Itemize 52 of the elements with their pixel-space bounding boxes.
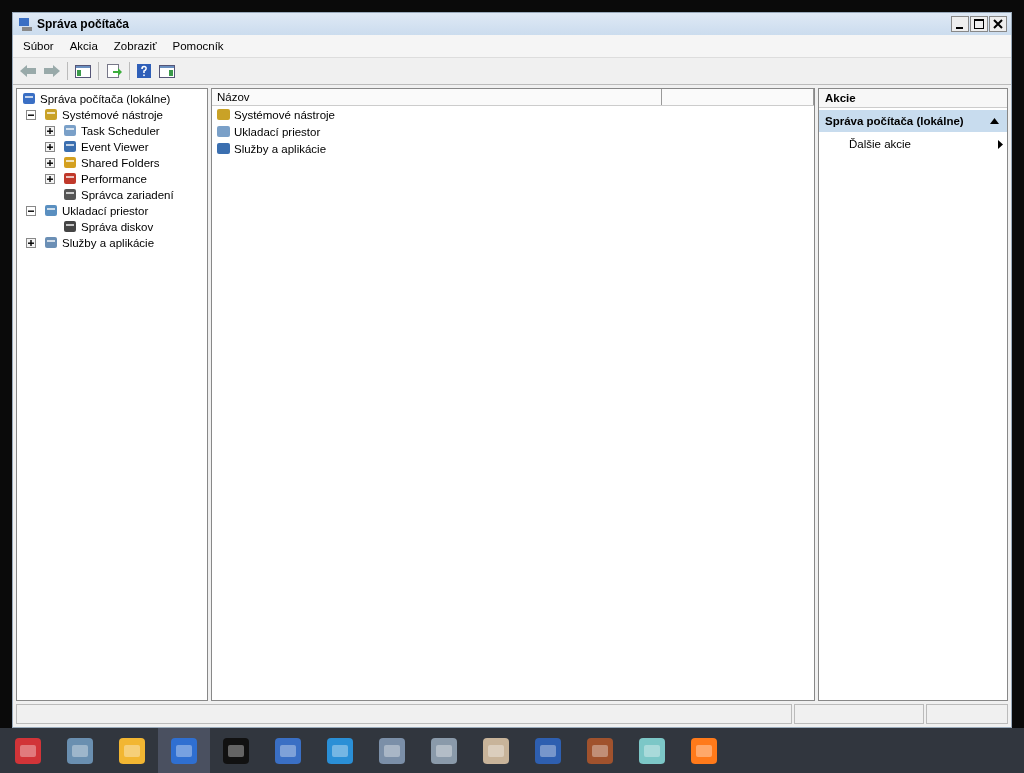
- tree-item[interactable]: Event Viewer: [81, 141, 149, 153]
- list-item[interactable]: Ukladací priestor: [234, 125, 321, 138]
- collapse-icon[interactable]: [26, 206, 36, 216]
- tree-item[interactable]: Správca zariadení: [81, 189, 174, 201]
- tree-item[interactable]: Performance: [81, 173, 147, 185]
- collapse-arrow-icon[interactable]: [990, 118, 999, 124]
- tree-item[interactable]: Správa diskov: [81, 221, 154, 233]
- node-icon: [62, 171, 78, 187]
- node-icon: [43, 235, 59, 251]
- node-icon: [62, 139, 78, 155]
- actions-title: Akcie: [819, 89, 1007, 108]
- action-pane-icon[interactable]: [158, 63, 176, 79]
- minimize-icon[interactable]: [951, 16, 969, 32]
- expand-icon[interactable]: [45, 142, 55, 152]
- maximize-icon[interactable]: [970, 16, 988, 32]
- node-icon: [21, 91, 37, 107]
- expand-icon[interactable]: [45, 126, 55, 136]
- computer-icon: [17, 16, 33, 32]
- tree-item[interactable]: Systémové nástroje: [62, 109, 163, 121]
- list-item[interactable]: Systémové nástroje: [234, 108, 335, 121]
- menu-item[interactable]: Pomocník: [172, 40, 224, 52]
- collapse-icon[interactable]: [26, 110, 36, 120]
- node-icon: [62, 187, 78, 203]
- help-icon[interactable]: [136, 63, 152, 79]
- expand-icon[interactable]: [45, 174, 55, 184]
- tree-item[interactable]: Shared Folders: [81, 157, 160, 169]
- menu-item[interactable]: Zobraziť: [113, 40, 157, 52]
- expand-icon[interactable]: [45, 158, 55, 168]
- tree-item[interactable]: Služby a aplikácie: [62, 237, 155, 249]
- list-item[interactable]: Služby a aplikácie: [234, 142, 327, 155]
- tree-item[interactable]: Task Scheduler: [81, 125, 160, 137]
- item-icon: [216, 140, 232, 157]
- tree-item[interactable]: Ukladací priestor: [62, 205, 149, 217]
- expand-icon[interactable]: [26, 238, 36, 248]
- menu-item[interactable]: Súbor: [23, 40, 54, 52]
- node-icon: [43, 107, 59, 123]
- item-icon: [216, 106, 232, 123]
- menu-item[interactable]: Akcia: [69, 40, 98, 52]
- column-header[interactable]: Názov: [212, 89, 662, 105]
- item-icon: [216, 123, 232, 140]
- tree-item[interactable]: Správa počítača (lokálne): [40, 93, 171, 105]
- export-list-icon[interactable]: [105, 63, 123, 79]
- actions-section[interactable]: Správa počítača (lokálne): [819, 110, 1007, 132]
- node-icon: [62, 155, 78, 171]
- node-icon: [62, 219, 78, 235]
- node-icon: [43, 203, 59, 219]
- console-tree-icon[interactable]: [74, 63, 92, 79]
- action-link[interactable]: Ďalšie akcie: [849, 138, 911, 150]
- close-icon[interactable]: [989, 16, 1007, 32]
- submenu-arrow-icon: [998, 139, 1003, 149]
- window-title: Správa počítača: [37, 17, 131, 31]
- node-icon: [62, 123, 78, 139]
